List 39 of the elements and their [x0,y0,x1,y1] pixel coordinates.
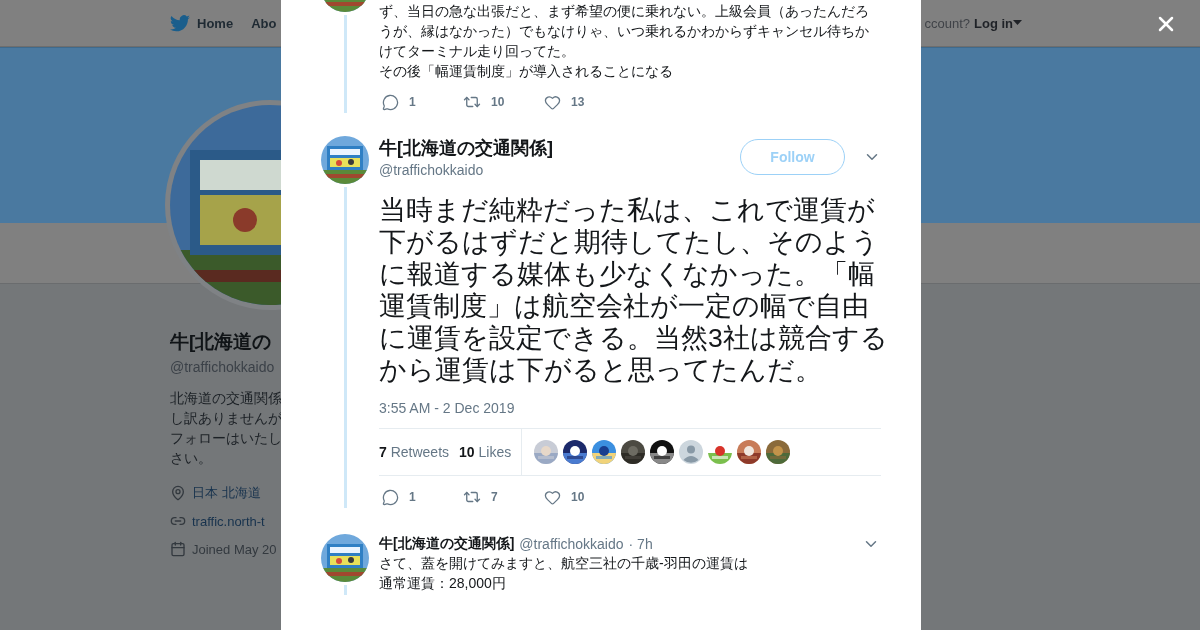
heart-icon [544,488,561,506]
account-prompt: ccount? [924,15,970,31]
joined-date: Joined May 20 [192,541,277,557]
like-button[interactable]: 13 [541,93,622,111]
tweet-text-line: 通常運賃：28,000円 [379,574,507,593]
stat-link[interactable]: 7 Retweets [379,444,450,460]
tweet-text: 当時まだ純粋だった私は、これで運賃が下がるはずだと期待してたし、そのように報道する媒体も少なくなかった。「幅運賃制度」は航空会社が一定の幅で自由に運賃を設定できる。当然3社は競合するから運賃は下がると思ってたんだ。 [379,194,889,386]
reply-icon [382,93,399,111]
bio-line: 北海道の交通関係 [170,390,282,408]
location-link[interactable]: 日本 北海道 [192,484,261,502]
reply-button[interactable]: 1 [379,488,460,506]
author-name[interactable]: 牛[北海道の交通関係] [379,136,740,160]
bio-line: さい。 [170,450,213,468]
tweet-text: その後「幅運賃制度」が導入されることになる [379,62,674,81]
stat-link[interactable]: 10 Likes [459,444,512,460]
reply-button[interactable]: 1 [379,93,460,111]
nav-link[interactable]: Home [170,14,234,32]
caret-icon [1013,20,1022,26]
author-handle[interactable]: @traffichokkaido [519,536,624,552]
retweet-button[interactable]: 10 [460,93,541,111]
tweet-time: · 7h [628,536,653,552]
tweet-text-line: さて、蓋を開けてみますと、航空三社の千歳-羽田の運賃は [379,554,749,573]
author-name[interactable]: 牛[北海道の交通関係] [379,535,515,553]
tweet-text: ず、当日の急な出張だと、まず希望の便に乗れない。上級会員（あったんだろうが、縁はなかった）でもなけりゃ、いつ乗れるかわからずキャンセル待ちかけてターミナル走り回ってた。 [379,2,870,61]
retweet-button[interactable]: 7 [460,488,541,506]
bird-icon [170,14,190,32]
reply-icon [382,488,399,506]
location-pin-icon [170,485,186,501]
author-handle[interactable]: @traffichokkaido [379,162,740,178]
website-link[interactable]: traffic.north-t [192,513,265,529]
like-button[interactable]: 10 [541,488,622,506]
heart-icon [544,93,561,111]
nav-link[interactable]: Abo [251,15,277,31]
calendar-icon [170,541,186,557]
profile-handle: @traffichokkaido [170,359,276,375]
bio-line: フォローはいたし [170,430,282,448]
login-menu[interactable]: Log in [974,15,1022,31]
profile-name: 牛[北海道の [170,330,273,354]
tweet-timestamp[interactable]: 3:55 AM - 2 Dec 2019 [379,400,881,416]
